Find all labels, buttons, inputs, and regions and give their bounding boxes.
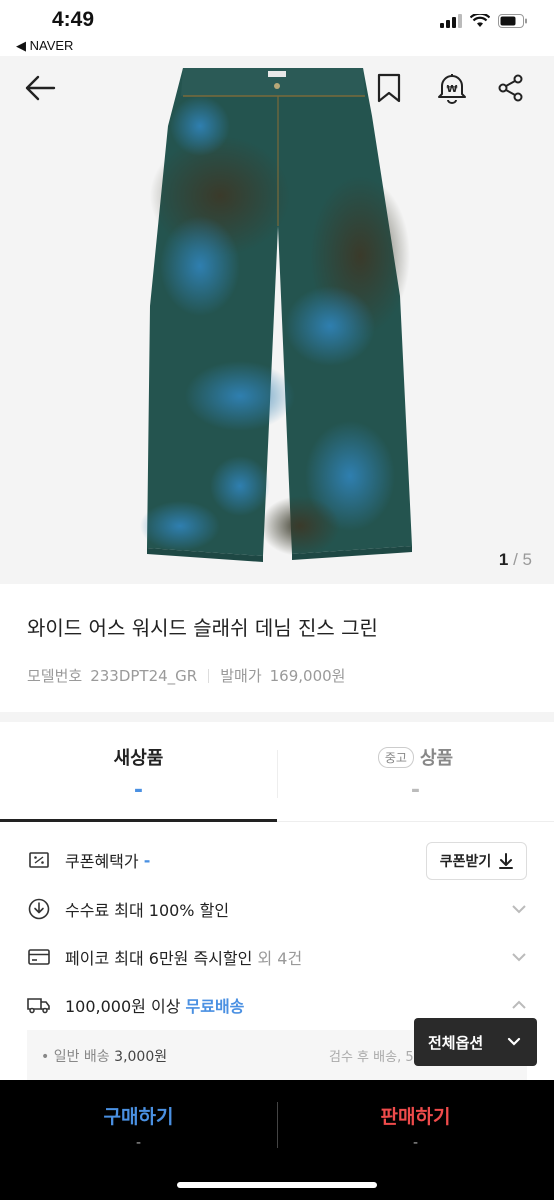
all-options-label: 전체옵션	[428, 1033, 484, 1052]
inspection-shipping-text: 검수 후 배송, 5	[329, 1050, 414, 1065]
tab-new-price: -	[133, 778, 144, 803]
image-counter-separator: /	[508, 550, 523, 569]
coupon-price-value: -	[143, 850, 151, 870]
all-options-button[interactable]: 전체옵션	[414, 1018, 537, 1066]
sell-price: -	[412, 1135, 419, 1151]
svg-text:₩: ₩	[446, 84, 457, 95]
product-meta: 모델번호 233DPT24_GR 발매가 169,000원	[27, 665, 345, 686]
fee-discount-row[interactable]: 수수료 최대 100% 할인	[27, 894, 527, 924]
tab-used-price: -	[410, 778, 421, 803]
chevron-down-icon	[512, 953, 526, 962]
fee-discount-icon	[27, 897, 51, 921]
shipping-row[interactable]: 100,000원 이상 무료배송	[27, 990, 527, 1020]
share-button[interactable]	[491, 68, 531, 108]
status-time: 4:49	[52, 8, 95, 31]
share-icon	[498, 74, 523, 102]
chevron-down-icon	[507, 1037, 521, 1046]
arrow-left-icon	[25, 75, 56, 101]
status-bar: 4:49	[0, 0, 554, 40]
bookmark-icon	[377, 73, 401, 103]
tab-active-indicator	[0, 819, 277, 822]
tab-used-product[interactable]: 중고 상품 -	[277, 722, 554, 822]
meta-divider	[208, 668, 210, 683]
used-badge: 중고	[377, 746, 414, 768]
payco-discount-text: 페이코 최대 6만원 즉시할인	[65, 949, 253, 968]
condition-tabs: 새상품 - 중고 상품 -	[0, 722, 554, 822]
buy-button[interactable]: 구매하기 -	[0, 1080, 277, 1170]
sell-label: 판매하기	[380, 1106, 451, 1128]
back-to-app-link[interactable]: ◀ NAVER	[16, 38, 73, 54]
card-icon	[27, 945, 51, 969]
product-title: 와이드 어스 워시드 슬래쉬 데님 진스 그린	[27, 616, 378, 640]
download-icon	[499, 853, 514, 869]
get-coupon-button[interactable]: 쿠폰받기	[426, 842, 527, 880]
release-price-label: 발매가	[220, 667, 262, 685]
buy-label: 구매하기	[103, 1106, 174, 1128]
fee-discount-text: 수수료 최대 100% 할인	[65, 901, 230, 920]
truck-icon	[27, 993, 51, 1017]
get-coupon-label: 쿠폰받기	[439, 854, 492, 870]
price-alert-button[interactable]: ₩	[432, 68, 472, 108]
general-shipping-label: 일반 배송	[53, 1049, 110, 1065]
image-counter-current: 1	[498, 550, 509, 569]
home-indicator[interactable]	[177, 1182, 377, 1188]
back-button[interactable]	[20, 68, 60, 108]
release-price-value: 169,000원	[269, 667, 346, 685]
payco-discount-row[interactable]: 페이코 최대 6만원 즉시할인 외 4건	[27, 942, 527, 972]
image-counter-total: 5	[522, 550, 532, 569]
image-counter: 1 / 5	[499, 550, 532, 570]
tab-new-label: 새상품	[113, 748, 164, 769]
model-number-label: 모델번호	[27, 667, 83, 685]
bookmark-button[interactable]	[369, 68, 409, 108]
section-divider	[0, 712, 554, 722]
product-image	[0, 56, 554, 584]
buy-price: -	[135, 1135, 142, 1151]
tab-used-label: 상품	[419, 748, 454, 769]
coupon-icon	[27, 848, 51, 872]
battery-icon	[498, 14, 527, 28]
chevron-up-icon	[512, 1000, 526, 1009]
payco-extra-count: 외 4건	[257, 949, 303, 968]
sell-button[interactable]: 판매하기 -	[277, 1080, 554, 1170]
price-alert-icon: ₩	[438, 74, 466, 104]
general-shipping-fee: 3,000원	[114, 1049, 168, 1065]
free-shipping-label: 무료배송	[185, 997, 245, 1016]
wifi-icon	[470, 14, 490, 27]
model-number-value: 233DPT24_GR	[90, 666, 198, 685]
product-image-gallery[interactable]: 1 / 5	[0, 56, 554, 584]
coupon-price-label: 쿠폰혜택가	[65, 852, 139, 871]
tab-new-product[interactable]: 새상품 -	[0, 722, 277, 822]
status-icons	[440, 14, 528, 28]
shipping-threshold: 100,000원 이상	[65, 997, 181, 1016]
chevron-down-icon	[512, 905, 526, 914]
signal-icon	[440, 14, 462, 28]
